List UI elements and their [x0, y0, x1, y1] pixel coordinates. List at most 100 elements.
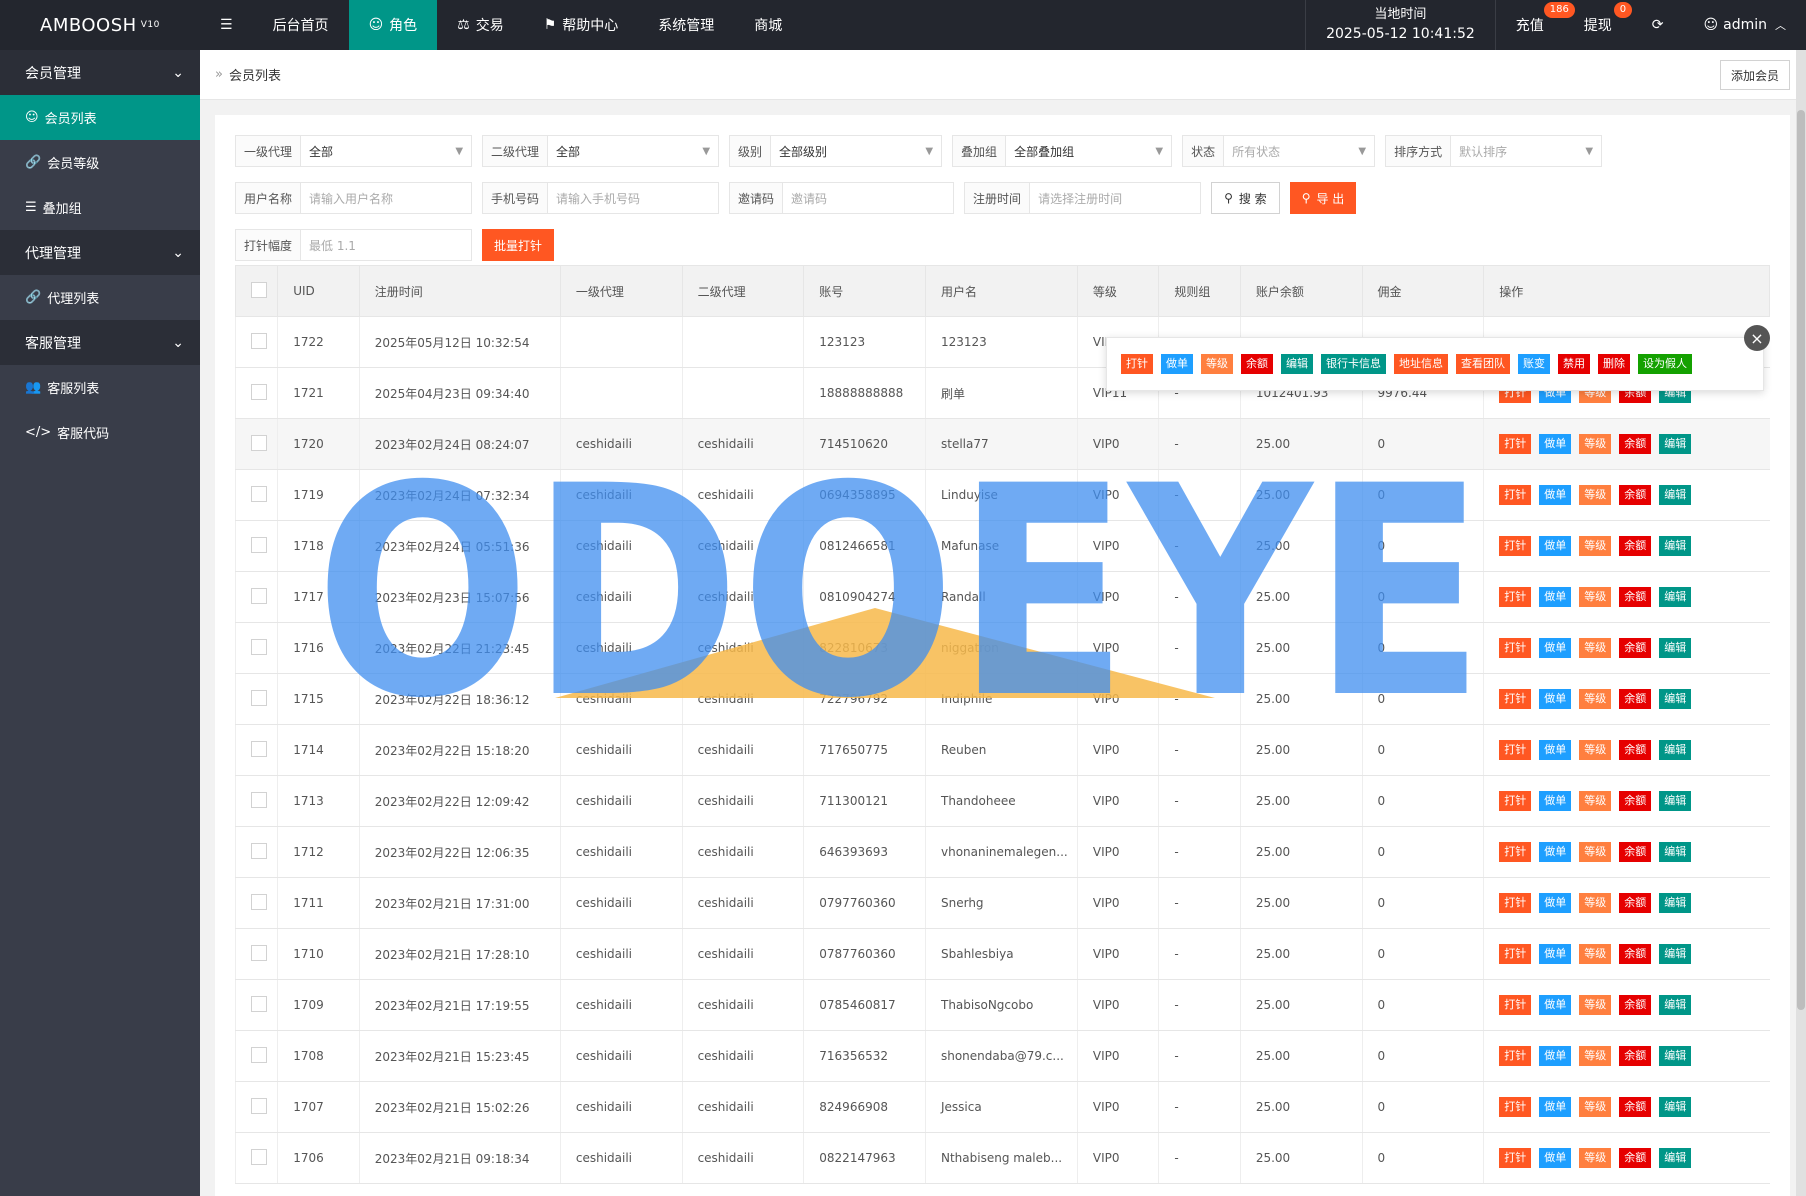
topnav-system[interactable]: 系统管理 — [638, 0, 734, 50]
table-row[interactable]: 1710 2023年02月21日 17:28:10 ceshidaili ceshid… — [234, 928, 1770, 980]
refresh-button[interactable]: ⟳ — [1632, 0, 1684, 50]
sidebar-item-agent-list[interactable]: 🔗 代理列表 — [0, 275, 200, 320]
row-op-button[interactable]: 余额 — [1619, 842, 1652, 862]
row-op-button[interactable]: 打针 — [1499, 1097, 1532, 1117]
col-header[interactable]: 佣金 — [1361, 265, 1485, 317]
filter-status[interactable]: 状态 所有状态 ▼ — [1182, 135, 1376, 167]
row-op-button[interactable]: 打针 — [1499, 689, 1532, 709]
row-op-button[interactable]: 等级 — [1579, 995, 1612, 1015]
row-op-button[interactable]: 做单 — [1539, 485, 1572, 505]
row-checkbox[interactable] — [251, 689, 267, 706]
col-header[interactable]: 一级代理 — [559, 265, 683, 317]
row-op-button[interactable]: 做单 — [1539, 842, 1572, 862]
row-op-button[interactable]: 余额 — [1619, 485, 1652, 505]
col-header[interactable]: 等级 — [1076, 265, 1160, 317]
row-checkbox[interactable] — [251, 638, 267, 655]
row-checkbox[interactable] — [251, 842, 267, 859]
popup-op-button[interactable]: 余额 — [1241, 354, 1273, 374]
invite-code-field[interactable]: 邀请码 邀请码 — [729, 182, 955, 214]
menu-toggle-button[interactable]: ☰ — [200, 0, 253, 50]
filter-first-agent[interactable]: 一级代理 全部 ▼ — [235, 135, 473, 167]
row-select-cell[interactable] — [234, 826, 278, 878]
row-checkbox[interactable] — [251, 740, 267, 757]
row-op-button[interactable]: 等级 — [1579, 689, 1612, 709]
row-op-button[interactable]: 做单 — [1539, 791, 1572, 811]
row-op-button[interactable]: 打针 — [1499, 1046, 1532, 1066]
popup-op-button[interactable]: 删除 — [1598, 354, 1630, 374]
row-select-cell[interactable] — [234, 1132, 278, 1184]
row-op-button[interactable]: 等级 — [1579, 1097, 1612, 1117]
row-op-button[interactable]: 打针 — [1499, 638, 1532, 658]
col-header[interactable]: UID — [277, 265, 360, 317]
row-op-button[interactable]: 打针 — [1499, 587, 1532, 607]
topnav-trade[interactable]: ⚖ 交易 — [437, 0, 524, 50]
row-op-button[interactable]: 等级 — [1579, 791, 1612, 811]
popup-op-button[interactable]: 编辑 — [1281, 354, 1313, 374]
invite-code-input[interactable]: 邀请码 — [783, 183, 953, 213]
row-op-button[interactable]: 编辑 — [1659, 587, 1692, 607]
row-select-cell[interactable] — [234, 775, 278, 827]
row-op-button[interactable]: 做单 — [1539, 1046, 1572, 1066]
row-select-cell[interactable] — [234, 571, 278, 623]
export-button[interactable]: ⚲ 导 出 — [1289, 182, 1357, 214]
row-op-button[interactable]: 做单 — [1539, 893, 1572, 913]
phone-input[interactable]: 请输入手机号码 — [548, 183, 718, 213]
sidebar-item-member-level[interactable]: 🔗 会员等级 — [0, 140, 200, 185]
username-input[interactable]: 请输入用户名称 — [301, 183, 471, 213]
row-checkbox[interactable] — [251, 383, 267, 400]
col-header[interactable]: 账户余额 — [1239, 265, 1363, 317]
table-row[interactable]: 1712 2023年02月22日 12:06:35 ceshidaili ceshid… — [234, 826, 1770, 878]
topnav-home[interactable]: 后台首页 — [253, 0, 349, 50]
filter-overlay-group[interactable]: 叠加组 全部叠加组 ▼ — [952, 135, 1173, 167]
row-checkbox[interactable] — [251, 893, 267, 910]
row-checkbox[interactable] — [251, 485, 267, 502]
needle-range-input[interactable]: 最低 1.1 — [301, 230, 471, 260]
sidebar-group-support[interactable]: 客服管理 ⌄ — [0, 320, 200, 365]
row-op-button[interactable]: 编辑 — [1659, 995, 1692, 1015]
col-header[interactable]: 规则组 — [1158, 265, 1241, 317]
row-checkbox[interactable] — [251, 1097, 267, 1114]
row-op-button[interactable]: 余额 — [1619, 1097, 1652, 1117]
sidebar-group-members[interactable]: 会员管理 ⌄ — [0, 50, 200, 95]
row-op-button[interactable]: 编辑 — [1659, 1097, 1692, 1117]
close-icon[interactable]: × — [1744, 325, 1770, 351]
col-header[interactable]: 注册时间 — [358, 265, 561, 317]
topnav-help[interactable]: ⚑ 帮助中心 — [524, 0, 639, 50]
user-menu[interactable]: ☺ admin ︿ — [1684, 0, 1806, 50]
row-op-button[interactable]: 余额 — [1619, 740, 1652, 760]
row-op-button[interactable]: 编辑 — [1659, 1046, 1692, 1066]
username-field[interactable]: 用户名称 请输入用户名称 — [235, 182, 473, 214]
table-row[interactable]: 1708 2023年02月21日 15:23:45 ceshidaili ceshid… — [234, 1030, 1770, 1082]
app-logo[interactable]: AMBOOSH V10 — [0, 0, 200, 50]
row-select-cell[interactable] — [234, 367, 278, 419]
row-op-button[interactable]: 打针 — [1499, 740, 1532, 760]
row-op-button[interactable]: 做单 — [1539, 740, 1572, 760]
row-op-button[interactable]: 等级 — [1579, 1148, 1612, 1168]
search-button[interactable]: ⚲ 搜 索 — [1211, 182, 1280, 214]
page-scrollbar[interactable] — [1796, 50, 1806, 1196]
sidebar-item-member-list[interactable]: ☺ 会员列表 — [0, 95, 200, 140]
register-time-input[interactable]: 请选择注册时间 — [1030, 183, 1200, 213]
row-op-button[interactable]: 余额 — [1619, 536, 1652, 556]
popup-op-button[interactable]: 地址信息 — [1394, 354, 1448, 374]
table-row[interactable]: 1706 2023年02月21日 09:18:34 ceshidaili ceshid… — [234, 1132, 1770, 1184]
select-all-cell[interactable] — [234, 265, 279, 317]
row-select-cell[interactable] — [234, 622, 278, 674]
col-header[interactable]: 账号 — [803, 265, 926, 317]
row-op-button[interactable]: 等级 — [1579, 485, 1612, 505]
table-row[interactable]: 1709 2023年02月21日 17:19:55 ceshidaili ceshid… — [234, 979, 1770, 1031]
popup-op-button[interactable]: 禁用 — [1558, 354, 1590, 374]
row-op-button[interactable]: 余额 — [1619, 587, 1652, 607]
row-op-button[interactable]: 编辑 — [1659, 689, 1692, 709]
popup-op-button[interactable]: 银行卡信息 — [1321, 354, 1386, 374]
row-op-button[interactable]: 打针 — [1499, 944, 1532, 964]
row-op-button[interactable]: 编辑 — [1659, 842, 1692, 862]
row-op-button[interactable]: 余额 — [1619, 893, 1652, 913]
row-op-button[interactable]: 打针 — [1499, 1148, 1532, 1168]
row-op-button[interactable]: 打针 — [1499, 791, 1532, 811]
row-checkbox[interactable] — [251, 1046, 267, 1063]
row-op-button[interactable]: 编辑 — [1659, 434, 1692, 454]
table-row[interactable]: 1717 2023年02月23日 15:07:56 ceshidaili ceshid… — [234, 571, 1770, 623]
row-op-button[interactable]: 余额 — [1619, 689, 1652, 709]
sidebar-group-agents[interactable]: 代理管理 ⌄ — [0, 230, 200, 275]
